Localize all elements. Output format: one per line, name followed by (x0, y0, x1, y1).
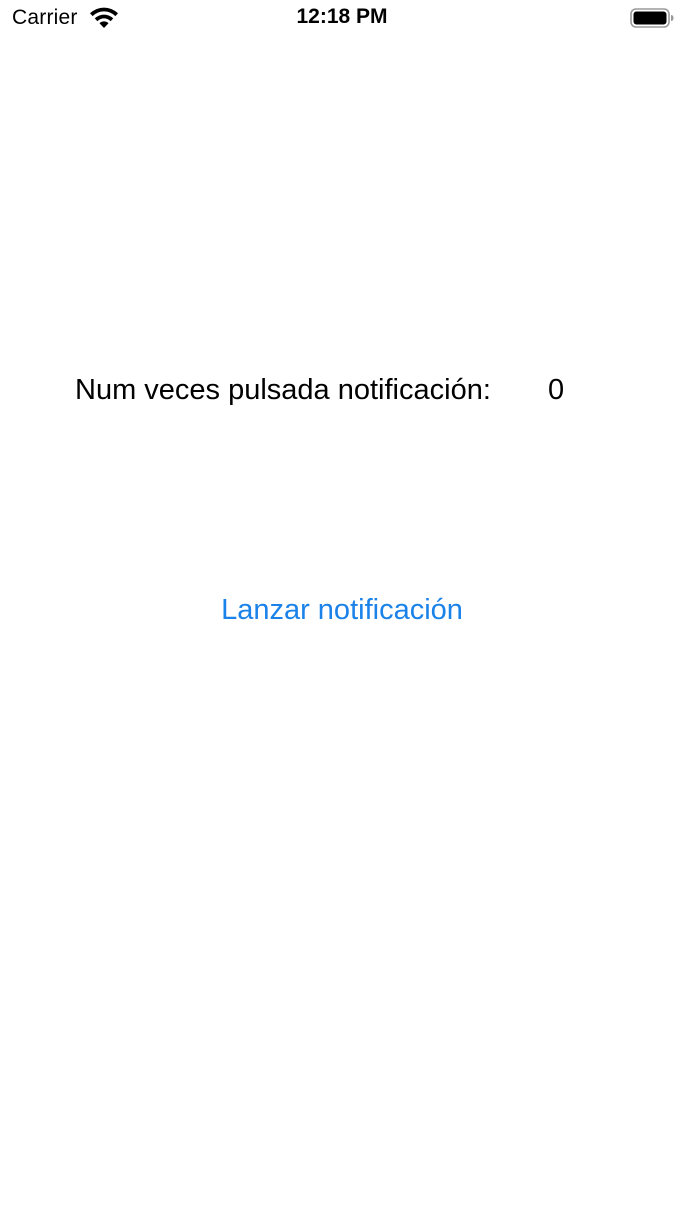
launch-notification-button[interactable]: Lanzar notificación (0, 588, 684, 632)
status-time: 12:18 PM (296, 5, 388, 28)
notification-counter: Num veces pulsada notificación: 0 (0, 374, 684, 414)
counter-value: 0 (548, 374, 565, 406)
battery-icon (630, 8, 674, 28)
counter-label: Num veces pulsada notificación: (75, 374, 491, 406)
status-bar: Carrier 12:18 PM (0, 0, 684, 40)
app-screen: Carrier 12:18 PM Num veces pulsada notif… (0, 0, 684, 1216)
